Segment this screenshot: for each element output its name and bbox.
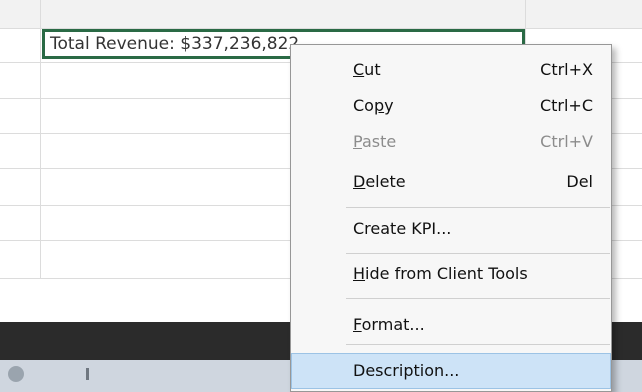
grid-column-divider	[40, 0, 41, 279]
menu-item-label: Format...	[353, 315, 425, 334]
menu-item-label: Delete	[353, 172, 406, 191]
menu-item-delete[interactable]: Delete Del	[291, 164, 611, 200]
menu-item-label: Cut	[353, 60, 381, 79]
menu-item-shortcut: Del	[566, 172, 593, 191]
menu-item-description[interactable]: Description...	[291, 353, 611, 389]
grid-header-band	[0, 0, 642, 28]
context-menu: Cut Ctrl+X Copy Ctrl+C Paste Ctrl+V Dele…	[290, 44, 612, 392]
menu-item-paste[interactable]: Paste Ctrl+V	[291, 124, 611, 160]
app-icon[interactable]	[8, 366, 24, 382]
separator-mark	[86, 368, 89, 380]
menu-item-label: Hide from Client Tools	[353, 264, 528, 283]
menu-item-shortcut: Ctrl+V	[540, 132, 593, 151]
menu-item-hide-from-client-tools[interactable]: Hide from Client Tools	[291, 256, 611, 292]
menu-item-cut[interactable]: Cut Ctrl+X	[291, 52, 611, 88]
menu-item-label: Copy	[353, 96, 394, 115]
menu-item-label: Create KPI...	[353, 219, 452, 238]
menu-item-shortcut: Ctrl+C	[539, 96, 593, 115]
menu-separator	[346, 344, 610, 345]
menu-item-shortcut: Ctrl+X	[540, 60, 593, 79]
menu-item-format[interactable]: Format...	[291, 307, 611, 343]
menu-separator	[346, 253, 610, 254]
menu-item-create-kpi[interactable]: Create KPI...	[291, 211, 611, 247]
menu-separator	[346, 207, 610, 208]
menu-item-label: Description...	[353, 361, 460, 380]
menu-item-label: Paste	[353, 132, 397, 151]
menu-separator	[346, 298, 610, 299]
menu-item-copy[interactable]: Copy Ctrl+C	[291, 88, 611, 124]
